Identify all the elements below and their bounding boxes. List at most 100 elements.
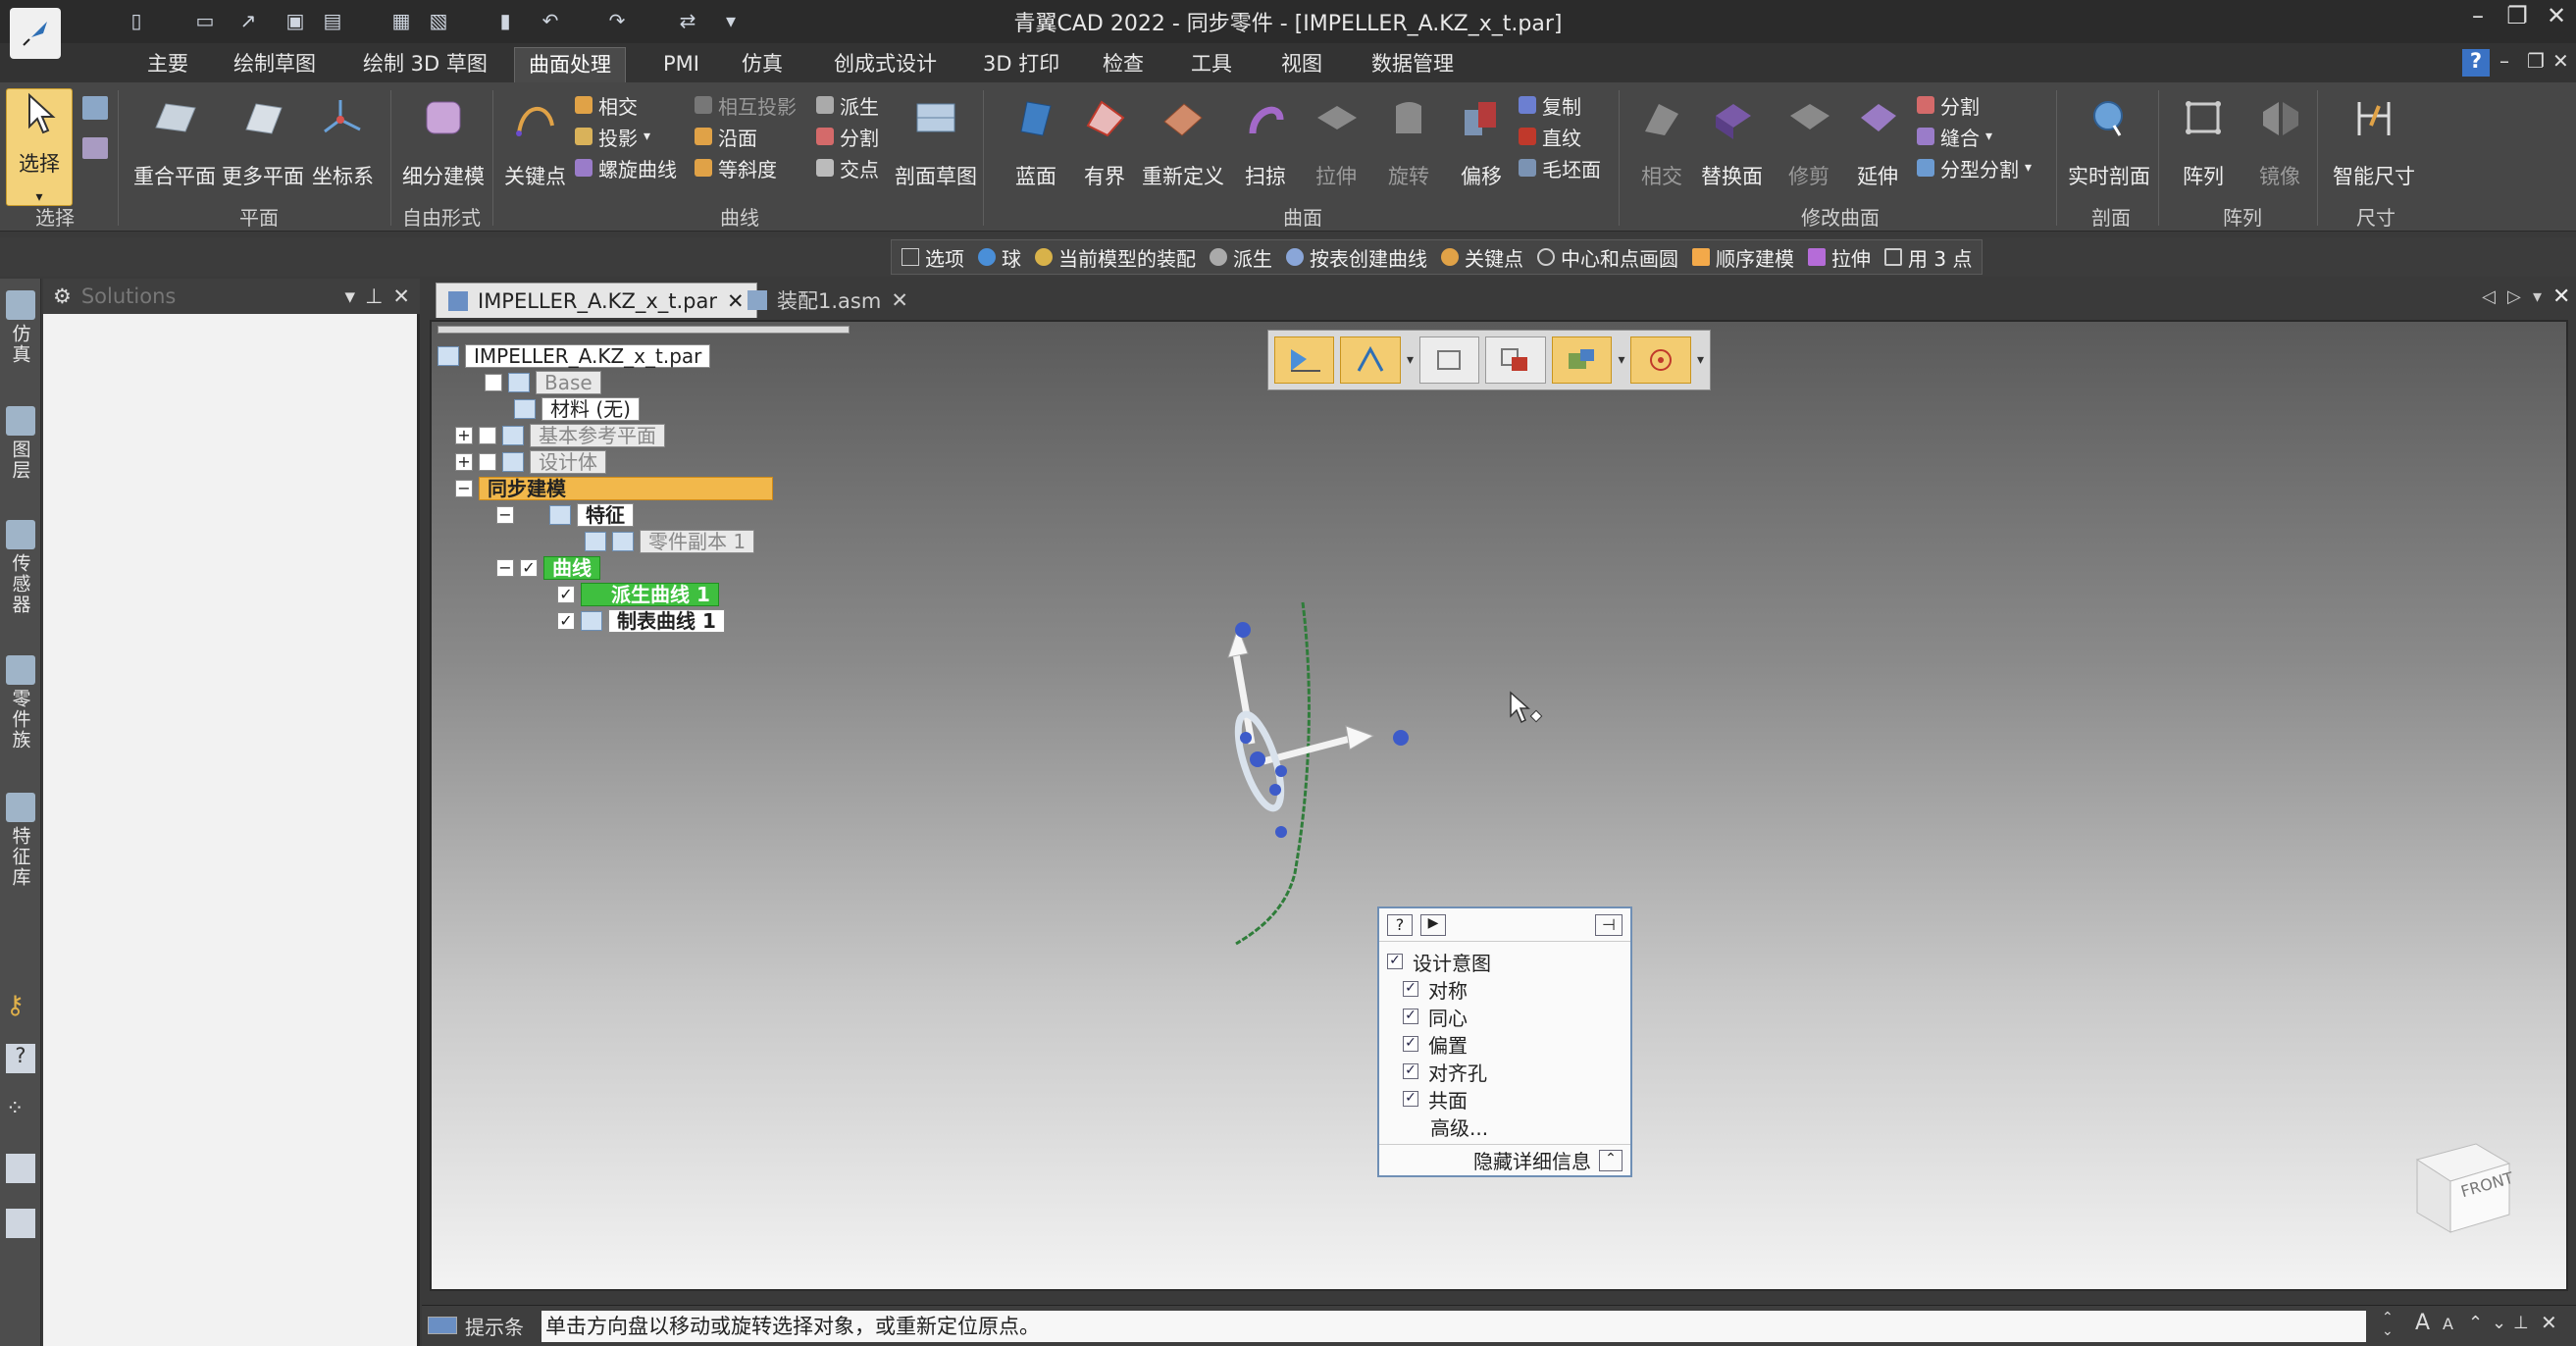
more-planes-button[interactable]: 更多平面 (222, 88, 304, 190)
select-box-icon[interactable] (82, 137, 108, 159)
intent-option-symmetric[interactable]: ✓ 对称 (1387, 975, 1623, 1003)
settings-grid-icon[interactable] (6, 1209, 35, 1238)
blank-surface-button[interactable]: 毛坯面 (1519, 153, 1601, 182)
doc-tab-assembly[interactable]: 装配1.asm ✕ (736, 283, 920, 318)
tab-simulation[interactable]: 仿真 (728, 47, 797, 82)
font-larger-icon[interactable]: A (2415, 1311, 2430, 1335)
derive-curve-button[interactable]: 派生 (816, 90, 879, 120)
tree-item-table-curve[interactable]: ✓ 制表曲线 1 (438, 608, 773, 634)
panel-menu-icon[interactable]: ▾ (345, 285, 356, 308)
isocline-button[interactable]: 等斜度 (695, 153, 797, 182)
checkbox[interactable]: ✓ (1403, 1009, 1418, 1024)
rail-tab-layers[interactable]: 图层 (2, 406, 39, 481)
chevron-up-icon[interactable]: ⌃ (1599, 1149, 1623, 1171)
section-sketch-button[interactable]: 剖面草图 (895, 88, 977, 190)
rail-tab-sensors[interactable]: 传感器 (2, 520, 39, 615)
intersect-curve-button[interactable]: 相交 (575, 90, 677, 120)
axis-knob[interactable] (1393, 730, 1409, 746)
intent-option-aligned-holes[interactable]: ✓ 对齐孔 (1387, 1058, 1623, 1085)
tab-inspect[interactable]: 检查 (1089, 47, 1158, 82)
expand-icon[interactable]: + (455, 427, 473, 444)
redefine-button[interactable]: 重新定义 (1142, 88, 1224, 190)
tab-sketch[interactable]: 绘制草图 (220, 47, 330, 82)
along-face-button[interactable]: 沿面 (695, 122, 797, 151)
select-button[interactable]: 选择 ▾ (6, 88, 73, 206)
doc-tab-part[interactable]: IMPELLER_A.KZ_x_t.par ✕ (436, 283, 757, 318)
collapse-icon[interactable]: − (496, 559, 514, 577)
tab-data-management[interactable]: 数据管理 (1358, 47, 1468, 82)
hide-details-button[interactable]: 隐藏详细信息 ⌃ (1379, 1144, 1630, 1175)
tree-item-curves[interactable]: − ✓ 曲线 (438, 555, 773, 581)
key-icon[interactable]: ⚷ (6, 991, 35, 1020)
tree-item-part-copy[interactable]: 零件副本 1 (438, 529, 773, 554)
live-section-button[interactable]: 实时剖面 (2068, 88, 2150, 190)
rail-tab-family-of-parts[interactable]: 零件族 (2, 655, 39, 751)
intent-option-concentric[interactable]: ✓ 同心 (1387, 1003, 1623, 1030)
intersect-surface-button[interactable]: 相交 (1636, 88, 1687, 190)
options-command[interactable]: 选项 (902, 243, 964, 272)
intent-advanced-link[interactable]: 高级... (1387, 1113, 1623, 1140)
intersection-point-button[interactable]: 交点 (816, 153, 879, 182)
three-point-command[interactable]: 用 3 点 (1884, 243, 1972, 272)
tab-generative-design[interactable]: 创成式设计 (820, 47, 951, 82)
pin-panel-icon[interactable]: ⊣ (1595, 913, 1623, 936)
intent-option-offset[interactable]: ✓ 偏置 (1387, 1030, 1623, 1058)
tree-scroll-handle[interactable] (438, 326, 850, 334)
dropdown-icon[interactable]: ▾ (2025, 160, 2032, 176)
expand-icon[interactable]: + (455, 453, 473, 471)
detach-button[interactable] (1485, 336, 1546, 384)
rail-tab-feature-library[interactable]: 特征库 (2, 793, 39, 888)
extrude-command[interactable]: 拉伸 (1808, 243, 1871, 272)
collapse-icon[interactable]: − (455, 480, 473, 497)
dropdown-icon[interactable]: ▾ (1407, 352, 1414, 368)
extrude-surface-button[interactable]: 拉伸 (1311, 88, 1362, 190)
dropdown-icon[interactable]: ▾ (1985, 129, 1992, 144)
tree-item-material[interactable]: 材料 (无) (438, 396, 773, 422)
tab-3d-print[interactable]: 3D 打印 (969, 47, 1073, 82)
tree-root[interactable]: IMPELLER_A.KZ_x_t.par (438, 343, 773, 369)
keypoint-command[interactable]: 关键点 (1441, 243, 1523, 272)
checkbox[interactable]: ✓ (557, 586, 575, 603)
checkbox[interactable] (485, 374, 502, 391)
ring-knob[interactable] (1275, 765, 1287, 777)
axis-arrowhead[interactable] (1345, 725, 1375, 751)
dropdown-icon[interactable]: ▾ (1697, 352, 1704, 368)
steering-wheel-manipulator[interactable] (1177, 579, 1432, 952)
tab-tools[interactable]: 工具 (1177, 47, 1246, 82)
tree-item-derived-curve[interactable]: ✓ 派生曲线 1 (438, 582, 773, 607)
tab-surfacing[interactable]: 曲面处理 (514, 47, 626, 82)
dropdown-icon[interactable]: ▾ (644, 129, 650, 144)
tab-scroll-right-icon[interactable]: ▷ (2507, 286, 2521, 307)
help-doc-icon[interactable]: ? (6, 1044, 35, 1073)
prompt-down-icon[interactable]: ⌄ (2492, 1313, 2506, 1333)
bluesurf-button[interactable]: 蓝面 (1010, 88, 1061, 190)
checkbox[interactable]: ✓ (1387, 954, 1403, 969)
checkbox[interactable]: ✓ (520, 559, 538, 577)
view-cube[interactable]: FRONT (2407, 1130, 2515, 1238)
copy-view-button[interactable] (1419, 336, 1480, 384)
revolve-surface-button[interactable]: 旋转 (1383, 88, 1434, 190)
intent-option-coplanar[interactable]: ✓ 共面 (1387, 1085, 1623, 1113)
gear-icon[interactable]: ⚙ (53, 285, 72, 308)
ribbon-restore-icon[interactable]: ❐ (2527, 49, 2545, 73)
minimize-icon[interactable]: – (2460, 2, 2496, 37)
checkbox[interactable]: ✓ (1403, 1091, 1418, 1107)
tree-item-features[interactable]: − 特征 (438, 502, 773, 528)
mirror-button[interactable]: 镜像 (2254, 88, 2305, 190)
rotate-button[interactable] (1630, 336, 1691, 384)
steering-wheel-button[interactable] (1274, 336, 1335, 384)
tree-item-base[interactable]: Base (438, 370, 773, 395)
parting-split-button[interactable]: 分型分割 ▾ (1917, 153, 2032, 182)
tab-scroll-left-icon[interactable]: ◁ (2482, 286, 2496, 307)
tree-item-design-body[interactable]: + 设计体 (438, 449, 773, 475)
keypoint-curve-button[interactable]: 关键点 (504, 88, 566, 190)
rail-tab-simulation[interactable]: 仿真 (2, 290, 39, 365)
help-icon[interactable]: ? (1387, 913, 1413, 936)
collapse-icon[interactable]: − (496, 506, 514, 524)
origin-knob[interactable] (1250, 751, 1265, 767)
dropdown-icon[interactable]: ▾ (1618, 352, 1624, 368)
ordered-modeling-command[interactable]: 顺序建模 (1692, 243, 1794, 272)
copy-surface-button[interactable]: 复制 (1519, 90, 1601, 120)
close-tab-icon[interactable]: ✕ (891, 288, 908, 312)
ring-knob[interactable] (1240, 732, 1252, 744)
